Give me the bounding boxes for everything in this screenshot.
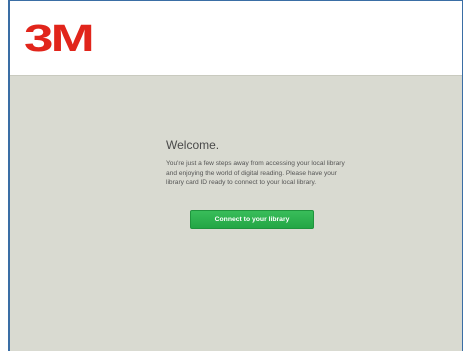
header-bar: 3M xyxy=(10,1,462,76)
welcome-panel: Welcome. You're just a few steps away fr… xyxy=(166,138,366,188)
3m-logo: 3M xyxy=(24,20,94,55)
app-window: 3M Welcome. You're just a few steps away… xyxy=(8,0,463,351)
welcome-message: You're just a few steps away from access… xyxy=(166,160,345,186)
welcome-title: Welcome. xyxy=(166,138,220,152)
svg-text:3M: 3M xyxy=(24,20,92,55)
connect-library-button[interactable]: Connect to your library xyxy=(190,210,314,229)
